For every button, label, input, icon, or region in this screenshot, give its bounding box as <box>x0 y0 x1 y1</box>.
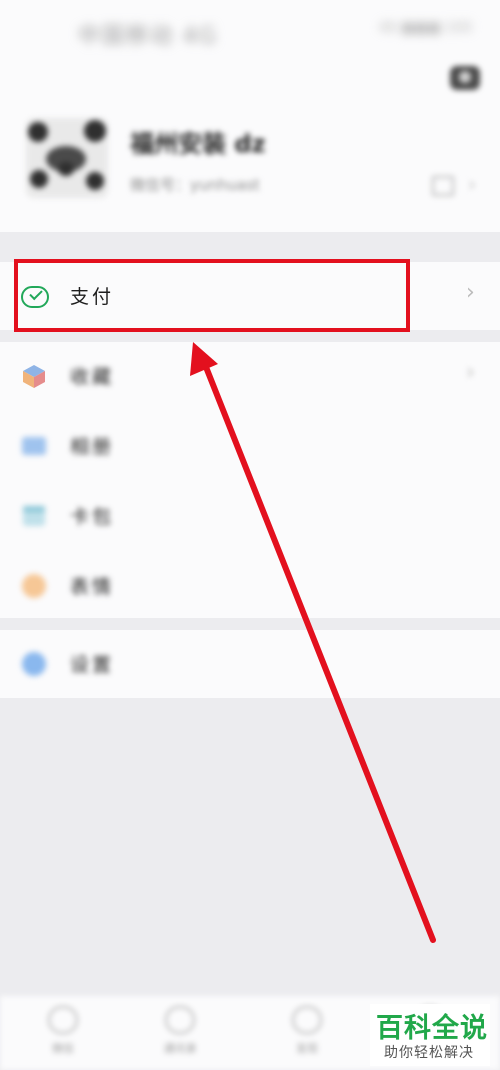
tab-contacts[interactable]: 通讯录 <box>150 1006 210 1066</box>
wechat-me-page: 中国移动 4G 46 ■■■ 100 福州安装 dz 微信号：yunhuast … <box>0 0 500 1070</box>
watermark: 百科全说 助你轻松解决 <box>370 1004 490 1066</box>
chat-icon <box>48 1006 78 1034</box>
tab-chats[interactable]: 微信 <box>33 1006 93 1066</box>
tab-discover[interactable]: 发现 <box>277 1006 337 1066</box>
watermark-title: 百科全说 <box>376 1013 488 1044</box>
tab-discover-label: 发现 <box>296 1042 318 1055</box>
contacts-icon <box>165 1006 195 1034</box>
discover-icon <box>292 1006 322 1034</box>
tab-contacts-label: 通讯录 <box>163 1042 197 1055</box>
annotation-arrow <box>190 342 436 943</box>
tab-chats-label: 微信 <box>52 1042 74 1055</box>
watermark-subtitle: 助你轻松解决 <box>384 1045 474 1061</box>
